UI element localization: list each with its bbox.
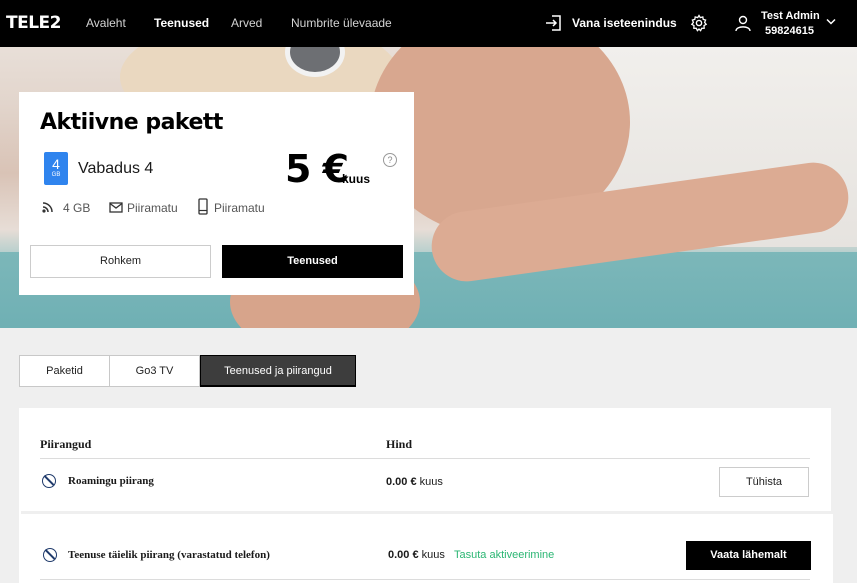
top-navigation: TELE2 Avaleht Teenused Arved Numbrite ül… — [0, 0, 857, 47]
feature-calls: Piiramatu — [214, 201, 265, 215]
nav-arved[interactable]: Arved — [231, 16, 262, 30]
package-price: 5 € — [285, 147, 349, 191]
active-package-card: Aktiivne pakett 4 GB Vabadus 4 5 € kuus … — [19, 92, 414, 295]
old-selfservice-link[interactable]: Vana iseteenindus — [572, 16, 677, 30]
column-header-price: Hind — [386, 437, 413, 451]
phone-icon — [198, 198, 208, 215]
user-icon[interactable] — [734, 14, 752, 32]
gear-icon[interactable] — [690, 14, 708, 32]
chevron-down-icon[interactable] — [826, 18, 836, 26]
help-icon[interactable]: ? — [383, 153, 397, 167]
user-number[interactable]: 59824615 — [765, 25, 814, 37]
nav-avaleht[interactable]: Avaleht — [86, 16, 126, 30]
restriction-price-period: kuus — [419, 476, 443, 488]
cancel-restriction-button[interactable]: Tühista — [719, 467, 809, 497]
feature-sms: Piiramatu — [127, 201, 178, 215]
restriction-label: Teenuse täielik piirang (varastatud tele… — [68, 549, 270, 561]
restriction-blocked-icon — [43, 548, 57, 562]
tab-paketid[interactable]: Paketid — [19, 355, 110, 387]
tab-go3-tv[interactable]: Go3 TV — [109, 355, 200, 387]
package-name: Vabadus 4 — [78, 160, 154, 177]
sim-card-icon: 4 GB — [44, 152, 68, 185]
more-button[interactable]: Rohkem — [30, 245, 211, 278]
restriction-price-value: 0.00 € — [388, 549, 419, 561]
restriction-price-value: 0.00 € — [386, 476, 417, 488]
sim-number: 4 — [52, 156, 60, 172]
sim-unit: GB — [51, 172, 61, 178]
login-icon — [546, 15, 561, 31]
envelope-icon — [109, 202, 123, 213]
view-details-button[interactable]: Vaata lähemalt — [686, 541, 811, 570]
services-button[interactable]: Teenused — [222, 245, 403, 278]
nav-numbrite-ulevaade[interactable]: Numbrite ülevaade — [291, 16, 392, 30]
row-divider — [40, 579, 810, 580]
restriction-price: 0.00 € kuus — [386, 476, 443, 488]
data-signal-icon — [42, 202, 53, 213]
restriction-price-period: kuus — [421, 549, 445, 561]
column-header-restrictions: Piirangud — [40, 437, 92, 451]
header-divider — [40, 458, 810, 459]
nav-teenused[interactable]: Teenused — [154, 16, 209, 30]
tab-teenused-ja-piirangud[interactable]: Teenused ja piirangud — [200, 355, 356, 387]
tele2-logo[interactable]: TELE2 — [6, 13, 61, 33]
restriction-label: Roamingu piirang — [68, 475, 154, 487]
restriction-price: 0.00 € kuus — [388, 549, 445, 561]
restriction-blocked-icon — [42, 474, 56, 488]
user-name[interactable]: Test Admin — [761, 10, 820, 22]
free-activation-note: Tasuta aktiveerimine — [454, 549, 555, 561]
card-title: Aktiivne pakett — [40, 110, 223, 135]
feature-data: 4 GB — [63, 201, 91, 215]
package-price-unit: kuus — [342, 172, 371, 186]
